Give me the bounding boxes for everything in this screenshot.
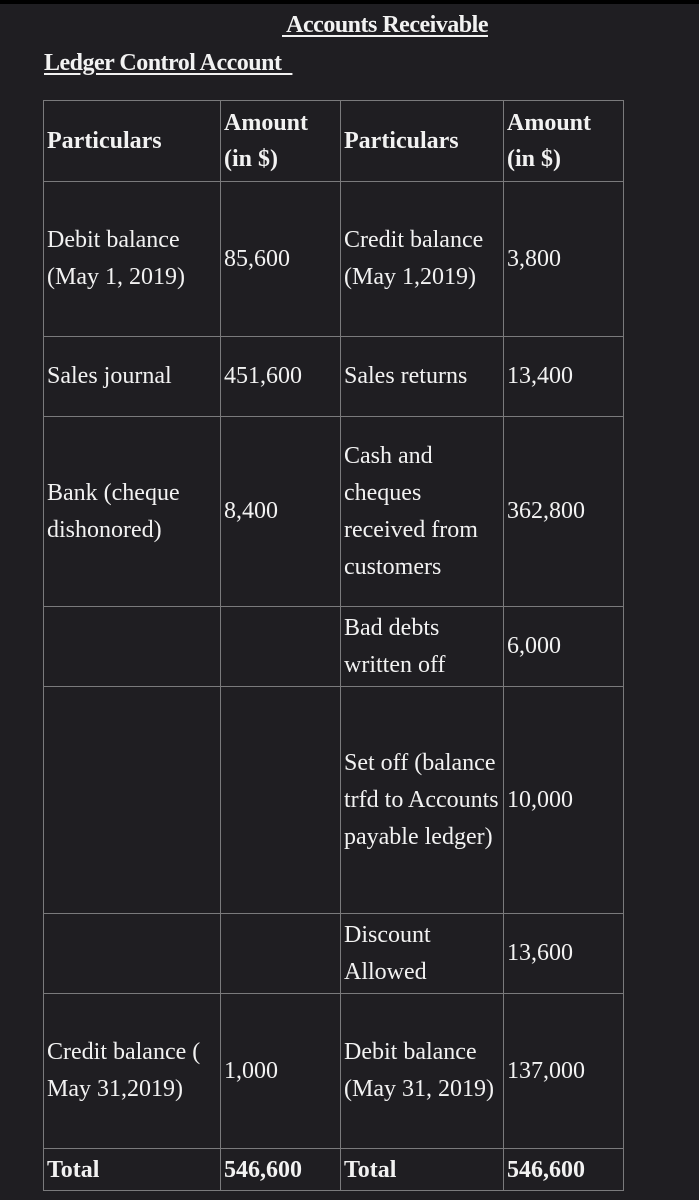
- credit-particulars: Debit balance (May 31, 2019): [340, 993, 504, 1149]
- debit-particulars: [43, 686, 221, 914]
- credit-particulars: Credit balance (May 1,2019): [340, 181, 504, 337]
- header-credit-particulars: Particulars: [340, 100, 504, 182]
- title-ledger-control-account: Ledger Control Account: [44, 50, 293, 76]
- credit-particulars: Sales returns: [340, 336, 504, 417]
- table-row: Set off (balance trfd to Accounts payabl…: [43, 686, 624, 914]
- credit-amount: 13,600: [503, 913, 624, 994]
- debit-particulars: Debit balance (May 1, 2019): [43, 181, 221, 337]
- debit-amount: 8,400: [220, 416, 341, 607]
- debit-total-label: Total: [43, 1148, 221, 1191]
- credit-amount: 362,800: [503, 416, 624, 607]
- table-row: Bank (cheque dishonored) 8,400 Cash and …: [43, 416, 624, 607]
- debit-particulars: Sales journal: [43, 336, 221, 417]
- debit-amount: [220, 913, 341, 994]
- title-accounts-receivable: Accounts Receivable: [282, 12, 488, 38]
- debit-amount: [220, 606, 341, 687]
- header-credit-amount: Amount (in $): [503, 100, 624, 182]
- credit-amount: 3,800: [503, 181, 624, 337]
- table-row: Credit balance ( May 31,2019) 1,000 Debi…: [43, 993, 624, 1149]
- debit-particulars: Credit balance ( May 31,2019): [43, 993, 221, 1149]
- credit-particulars: Set off (balance trfd to Accounts payabl…: [340, 686, 504, 914]
- debit-particulars: [43, 606, 221, 687]
- credit-particulars: Discount Allowed: [340, 913, 504, 994]
- debit-amount: 451,600: [220, 336, 341, 417]
- credit-particulars: Cash and cheques received from customers: [340, 416, 504, 607]
- table-row: Sales journal 451,600 Sales returns 13,4…: [43, 336, 624, 417]
- credit-total-amount: 546,600: [503, 1148, 624, 1191]
- header-debit-amount: Amount (in $): [220, 100, 341, 182]
- credit-particulars: Bad debts written off: [340, 606, 504, 687]
- debit-particulars: Bank (cheque dishonored): [43, 416, 221, 607]
- credit-total-label: Total: [340, 1148, 504, 1191]
- ledger-table: Particulars Amount (in $) Particulars Am…: [43, 100, 624, 1191]
- header-debit-particulars: Particulars: [43, 100, 221, 182]
- debit-amount: 1,000: [220, 993, 341, 1149]
- table-row: Bad debts written off 6,000: [43, 606, 624, 687]
- top-strip: [0, 0, 699, 4]
- credit-amount: 10,000: [503, 686, 624, 914]
- credit-amount: 6,000: [503, 606, 624, 687]
- debit-amount: [220, 686, 341, 914]
- table-row: Discount Allowed 13,600: [43, 913, 624, 994]
- debit-amount: 85,600: [220, 181, 341, 337]
- debit-particulars: [43, 913, 221, 994]
- credit-amount: 13,400: [503, 336, 624, 417]
- total-row: Total 546,600 Total 546,600: [43, 1148, 624, 1191]
- table-row: Debit balance (May 1, 2019) 85,600 Credi…: [43, 181, 624, 337]
- credit-amount: 137,000: [503, 993, 624, 1149]
- header-row: Particulars Amount (in $) Particulars Am…: [43, 100, 624, 182]
- debit-total-amount: 546,600: [220, 1148, 341, 1191]
